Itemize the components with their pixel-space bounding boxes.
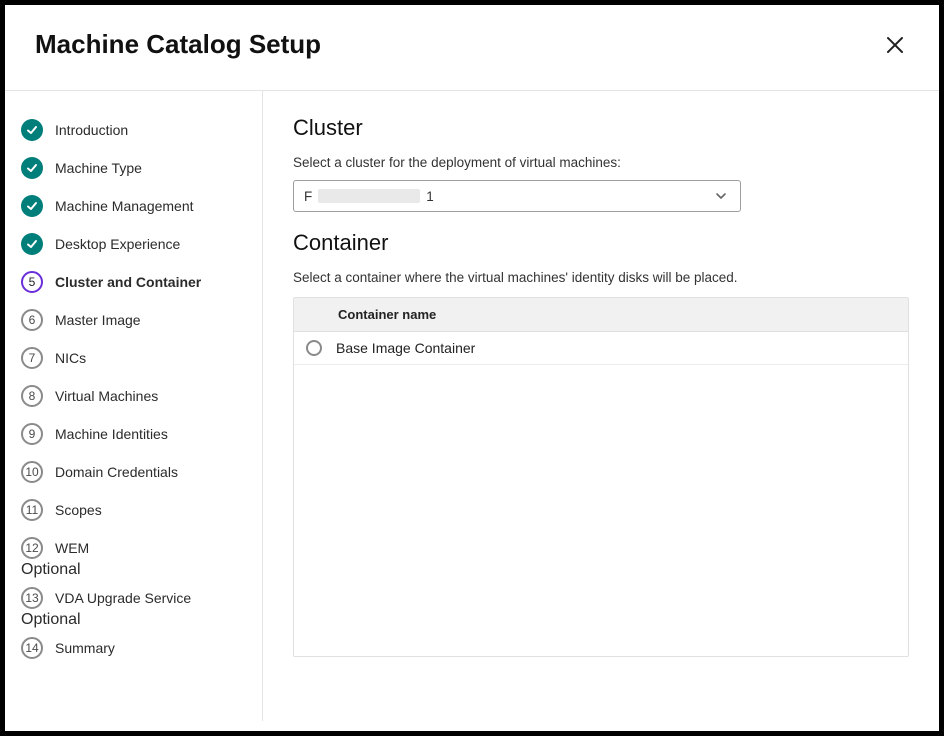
container-section-title: Container	[293, 230, 909, 256]
sidebar-step-machine-type[interactable]: Machine Type	[21, 149, 250, 187]
sidebar-step-label: Cluster and Container	[55, 274, 201, 290]
cluster-selected-value: F 1	[304, 189, 434, 204]
sidebar-step-label: VDA Upgrade Service	[55, 590, 191, 606]
check-icon	[21, 157, 43, 179]
container-row[interactable]: Base Image Container	[294, 332, 908, 365]
cluster-selected-redacted	[318, 189, 420, 203]
sidebar-step-machine-management[interactable]: Machine Management	[21, 187, 250, 225]
dialog-title: Machine Catalog Setup	[35, 29, 321, 60]
sidebar-step-label: Machine Type	[55, 160, 142, 176]
cluster-selected-prefix: F	[304, 189, 312, 204]
dialog-header: Machine Catalog Setup	[5, 5, 939, 91]
step-number-icon: 6	[21, 309, 43, 331]
step-number-icon: 7	[21, 347, 43, 369]
sidebar-step-introduction[interactable]: Introduction	[21, 111, 250, 149]
sidebar-step-summary[interactable]: 14 Summary	[21, 629, 250, 667]
cluster-selected-suffix: 1	[426, 189, 434, 204]
step-number-icon: 9	[21, 423, 43, 445]
step-number-icon: 12	[21, 537, 43, 559]
check-icon	[21, 195, 43, 217]
radio-icon[interactable]	[306, 340, 322, 356]
sidebar-step-label: Virtual Machines	[55, 388, 158, 404]
sidebar-step-scopes[interactable]: 11 Scopes	[21, 491, 250, 529]
sidebar-step-desktop-experience[interactable]: Desktop Experience	[21, 225, 250, 263]
sidebar-step-virtual-machines[interactable]: 8 Virtual Machines	[21, 377, 250, 415]
container-name-cell: Base Image Container	[336, 340, 475, 356]
container-hint: Select a container where the virtual mac…	[293, 270, 909, 285]
sidebar-step-cluster-and-container[interactable]: 5 Cluster and Container	[21, 263, 250, 301]
sidebar-step-label: WEM	[55, 540, 89, 556]
step-number-icon: 5	[21, 271, 43, 293]
container-table: Container name Base Image Container	[293, 297, 909, 657]
step-number-icon: 13	[21, 587, 43, 609]
cluster-select[interactable]: F 1	[293, 180, 741, 212]
check-icon	[21, 233, 43, 255]
chevron-down-icon	[714, 189, 728, 206]
step-number-icon: 11	[21, 499, 43, 521]
sidebar-step-machine-identities[interactable]: 9 Machine Identities	[21, 415, 250, 453]
sidebar-step-wem[interactable]: 12 WEM	[21, 529, 250, 561]
sidebar-step-label: Summary	[55, 640, 115, 656]
sidebar-step-label: Domain Credentials	[55, 464, 178, 480]
sidebar-step-label: Introduction	[55, 122, 128, 138]
sidebar-step-label: Machine Identities	[55, 426, 168, 442]
step-number-icon: 8	[21, 385, 43, 407]
close-icon	[886, 36, 904, 54]
sidebar-step-vda-upgrade-service[interactable]: 13 VDA Upgrade Service	[21, 579, 250, 611]
main-panel: Cluster Select a cluster for the deploym…	[263, 91, 939, 721]
dialog-body: Introduction Machine Type Machine Manage…	[5, 91, 939, 721]
sidebar-step-label: Machine Management	[55, 198, 194, 214]
sidebar-step-vda-upgrade-block: 13 VDA Upgrade Service Optional	[21, 579, 250, 629]
cluster-hint: Select a cluster for the deployment of v…	[293, 155, 909, 170]
sidebar-step-nics[interactable]: 7 NICs	[21, 339, 250, 377]
sidebar-step-label: NICs	[55, 350, 86, 366]
step-number-icon: 14	[21, 637, 43, 659]
sidebar-step-label: Desktop Experience	[55, 236, 180, 252]
sidebar-step-domain-credentials[interactable]: 10 Domain Credentials	[21, 453, 250, 491]
sidebar-step-sublabel: Optional	[21, 611, 250, 629]
sidebar-step-wem-block: 12 WEM Optional	[21, 529, 250, 579]
check-icon	[21, 119, 43, 141]
sidebar-step-label: Scopes	[55, 502, 102, 518]
container-column-header: Container name	[294, 298, 908, 332]
close-button[interactable]	[881, 31, 909, 59]
wizard-sidebar: Introduction Machine Type Machine Manage…	[5, 91, 263, 721]
cluster-section-title: Cluster	[293, 115, 909, 141]
sidebar-step-sublabel: Optional	[21, 561, 250, 579]
step-number-icon: 10	[21, 461, 43, 483]
dialog-frame: Machine Catalog Setup Introduction Machi…	[0, 0, 944, 736]
sidebar-step-master-image[interactable]: 6 Master Image	[21, 301, 250, 339]
sidebar-step-label: Master Image	[55, 312, 141, 328]
